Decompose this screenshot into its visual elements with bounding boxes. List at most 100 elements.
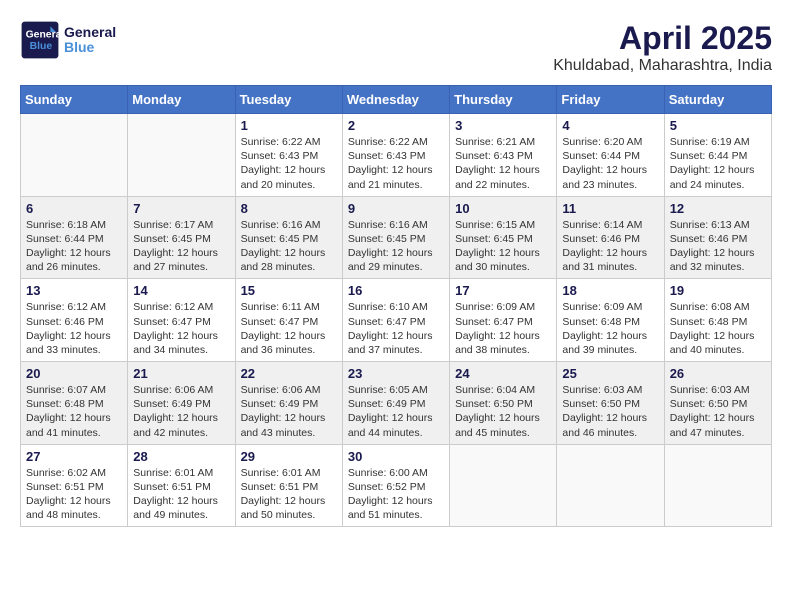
month-title: April 2025 bbox=[553, 20, 772, 57]
day-number: 18 bbox=[562, 283, 658, 298]
calendar-cell: 22Sunrise: 6:06 AMSunset: 6:49 PMDayligh… bbox=[235, 362, 342, 445]
day-info: Sunrise: 6:03 AMSunset: 6:50 PMDaylight:… bbox=[562, 383, 658, 440]
calendar-week-5: 27 Sunrise: 6:02 AMSunset: 6:51 PMDayligh… bbox=[21, 444, 772, 527]
logo-text-line1: General bbox=[64, 25, 116, 40]
calendar-header-saturday: Saturday bbox=[664, 86, 771, 114]
day-number: 28 bbox=[133, 449, 229, 464]
day-number: 3 bbox=[455, 118, 551, 133]
day-info: Sunrise: 6:11 AMSunset: 6:47 PMDaylight:… bbox=[241, 300, 337, 357]
calendar-cell bbox=[557, 444, 664, 527]
calendar-cell: 14Sunrise: 6:12 AMSunset: 6:47 PMDayligh… bbox=[128, 279, 235, 362]
day-number: 4 bbox=[562, 118, 658, 133]
day-number: 25 bbox=[562, 366, 658, 381]
calendar-cell: 11Sunrise: 6:14 AMSunset: 6:46 PMDayligh… bbox=[557, 196, 664, 279]
day-info: Sunrise: 6:19 AMSunset: 6:44 PMDaylight:… bbox=[670, 135, 766, 192]
day-info: Sunrise: 6:16 AMSunset: 6:45 PMDaylight:… bbox=[348, 218, 444, 275]
calendar-cell: 10 Sunrise: 6:15 AMSunset: 6:45 PMDayligh… bbox=[450, 196, 557, 279]
day-info: Sunrise: 6:06 AMSunset: 6:49 PMDaylight:… bbox=[133, 383, 229, 440]
day-info: Sunrise: 6:10 AMSunset: 6:47 PMDaylight:… bbox=[348, 300, 444, 357]
day-info: Sunrise: 6:02 AMSunset: 6:51 PMDaylight:… bbox=[26, 466, 122, 523]
calendar-cell: 5 Sunrise: 6:19 AMSunset: 6:44 PMDaylight… bbox=[664, 114, 771, 197]
day-info: Sunrise: 6:13 AMSunset: 6:46 PMDaylight:… bbox=[670, 218, 766, 275]
day-number: 27 bbox=[26, 449, 122, 464]
logo: General Blue General Blue bbox=[20, 20, 116, 60]
calendar-header-sunday: Sunday bbox=[21, 86, 128, 114]
day-info: Sunrise: 6:21 AMSunset: 6:43 PMDaylight:… bbox=[455, 135, 551, 192]
day-info: Sunrise: 6:16 AMSunset: 6:45 PMDaylight:… bbox=[241, 218, 337, 275]
logo-icon: General Blue bbox=[20, 20, 60, 60]
day-info: Sunrise: 6:03 AMSunset: 6:50 PMDaylight:… bbox=[670, 383, 766, 440]
day-number: 12 bbox=[670, 201, 766, 216]
day-number: 9 bbox=[348, 201, 444, 216]
day-number: 5 bbox=[670, 118, 766, 133]
calendar-cell: 12 Sunrise: 6:13 AMSunset: 6:46 PMDayligh… bbox=[664, 196, 771, 279]
calendar-week-3: 13 Sunrise: 6:12 AMSunset: 6:46 PMDayligh… bbox=[21, 279, 772, 362]
day-info: Sunrise: 6:05 AMSunset: 6:49 PMDaylight:… bbox=[348, 383, 444, 440]
day-number: 26 bbox=[670, 366, 766, 381]
calendar-week-2: 6 Sunrise: 6:18 AMSunset: 6:44 PMDaylight… bbox=[21, 196, 772, 279]
day-info: Sunrise: 6:12 AMSunset: 6:46 PMDaylight:… bbox=[26, 300, 122, 357]
calendar-cell: 25 Sunrise: 6:03 AMSunset: 6:50 PMDayligh… bbox=[557, 362, 664, 445]
calendar-week-1: 1 Sunrise: 6:22 AMSunset: 6:43 PMDaylight… bbox=[21, 114, 772, 197]
day-info: Sunrise: 6:15 AMSunset: 6:45 PMDaylight:… bbox=[455, 218, 551, 275]
day-info: Sunrise: 6:08 AMSunset: 6:48 PMDaylight:… bbox=[670, 300, 766, 357]
calendar-cell: 17 Sunrise: 6:09 AMSunset: 6:47 PMDayligh… bbox=[450, 279, 557, 362]
title-block: April 2025 Khuldabad, Maharashtra, India bbox=[553, 20, 772, 75]
day-number: 7 bbox=[133, 201, 229, 216]
day-info: Sunrise: 6:20 AMSunset: 6:44 PMDaylight:… bbox=[562, 135, 658, 192]
calendar-cell: 28Sunrise: 6:01 AMSunset: 6:51 PMDayligh… bbox=[128, 444, 235, 527]
calendar-header-wednesday: Wednesday bbox=[342, 86, 449, 114]
calendar-cell: 8 Sunrise: 6:16 AMSunset: 6:45 PMDaylight… bbox=[235, 196, 342, 279]
calendar-cell: 24 Sunrise: 6:04 AMSunset: 6:50 PMDayligh… bbox=[450, 362, 557, 445]
calendar-cell: 29 Sunrise: 6:01 AMSunset: 6:51 PMDayligh… bbox=[235, 444, 342, 527]
day-number: 15 bbox=[241, 283, 337, 298]
day-number: 8 bbox=[241, 201, 337, 216]
page-header: General Blue General Blue April 2025 Khu… bbox=[20, 20, 772, 75]
calendar-cell: 3 Sunrise: 6:21 AMSunset: 6:43 PMDaylight… bbox=[450, 114, 557, 197]
calendar-cell: 2 Sunrise: 6:22 AMSunset: 6:43 PMDaylight… bbox=[342, 114, 449, 197]
day-info: Sunrise: 6:01 AMSunset: 6:51 PMDaylight:… bbox=[241, 466, 337, 523]
day-number: 2 bbox=[348, 118, 444, 133]
day-number: 17 bbox=[455, 283, 551, 298]
day-number: 29 bbox=[241, 449, 337, 464]
day-number: 6 bbox=[26, 201, 122, 216]
day-number: 24 bbox=[455, 366, 551, 381]
calendar-header-monday: Monday bbox=[128, 86, 235, 114]
day-number: 1 bbox=[241, 118, 337, 133]
day-number: 20 bbox=[26, 366, 122, 381]
calendar-header-tuesday: Tuesday bbox=[235, 86, 342, 114]
day-number: 14 bbox=[133, 283, 229, 298]
location-title: Khuldabad, Maharashtra, India bbox=[553, 57, 772, 75]
calendar-cell bbox=[450, 444, 557, 527]
day-info: Sunrise: 6:00 AMSunset: 6:52 PMDaylight:… bbox=[348, 466, 444, 523]
day-number: 23 bbox=[348, 366, 444, 381]
calendar-cell: 6 Sunrise: 6:18 AMSunset: 6:44 PMDaylight… bbox=[21, 196, 128, 279]
calendar-cell: 1 Sunrise: 6:22 AMSunset: 6:43 PMDaylight… bbox=[235, 114, 342, 197]
day-info: Sunrise: 6:04 AMSunset: 6:50 PMDaylight:… bbox=[455, 383, 551, 440]
calendar-cell: 30 Sunrise: 6:00 AMSunset: 6:52 PMDayligh… bbox=[342, 444, 449, 527]
logo-text-line2: Blue bbox=[64, 40, 116, 55]
day-number: 30 bbox=[348, 449, 444, 464]
calendar-cell: 13 Sunrise: 6:12 AMSunset: 6:46 PMDayligh… bbox=[21, 279, 128, 362]
calendar-week-4: 20 Sunrise: 6:07 AMSunset: 6:48 PMDayligh… bbox=[21, 362, 772, 445]
calendar-cell: 23 Sunrise: 6:05 AMSunset: 6:49 PMDayligh… bbox=[342, 362, 449, 445]
calendar-cell: 16Sunrise: 6:10 AMSunset: 6:47 PMDayligh… bbox=[342, 279, 449, 362]
calendar-cell: 7Sunrise: 6:17 AMSunset: 6:45 PMDaylight… bbox=[128, 196, 235, 279]
calendar-cell: 9 Sunrise: 6:16 AMSunset: 6:45 PMDaylight… bbox=[342, 196, 449, 279]
day-info: Sunrise: 6:22 AMSunset: 6:43 PMDaylight:… bbox=[348, 135, 444, 192]
calendar-cell: 20 Sunrise: 6:07 AMSunset: 6:48 PMDayligh… bbox=[21, 362, 128, 445]
calendar-header-row: SundayMondayTuesdayWednesdayThursdayFrid… bbox=[21, 86, 772, 114]
day-info: Sunrise: 6:22 AMSunset: 6:43 PMDaylight:… bbox=[241, 135, 337, 192]
calendar-cell: 27 Sunrise: 6:02 AMSunset: 6:51 PMDayligh… bbox=[21, 444, 128, 527]
calendar-cell bbox=[664, 444, 771, 527]
calendar-cell bbox=[21, 114, 128, 197]
calendar-cell: 26 Sunrise: 6:03 AMSunset: 6:50 PMDayligh… bbox=[664, 362, 771, 445]
day-info: Sunrise: 6:09 AMSunset: 6:47 PMDaylight:… bbox=[455, 300, 551, 357]
day-number: 13 bbox=[26, 283, 122, 298]
day-info: Sunrise: 6:07 AMSunset: 6:48 PMDaylight:… bbox=[26, 383, 122, 440]
calendar-cell: 18Sunrise: 6:09 AMSunset: 6:48 PMDayligh… bbox=[557, 279, 664, 362]
day-info: Sunrise: 6:14 AMSunset: 6:46 PMDaylight:… bbox=[562, 218, 658, 275]
calendar-cell: 15 Sunrise: 6:11 AMSunset: 6:47 PMDayligh… bbox=[235, 279, 342, 362]
day-info: Sunrise: 6:18 AMSunset: 6:44 PMDaylight:… bbox=[26, 218, 122, 275]
day-number: 10 bbox=[455, 201, 551, 216]
